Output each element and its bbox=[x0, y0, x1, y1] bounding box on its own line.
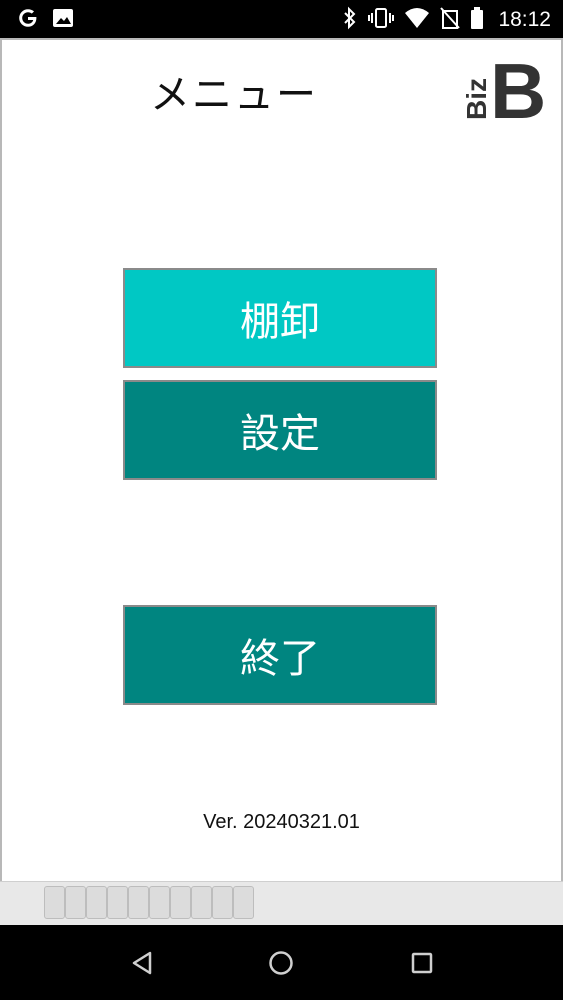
no-sim-icon bbox=[440, 7, 461, 33]
segment-cell bbox=[233, 886, 254, 919]
bottom-toolbar bbox=[0, 881, 563, 926]
vibrate-icon bbox=[368, 6, 395, 34]
bluetooth-icon bbox=[342, 6, 358, 34]
menu-screen: メニュー Biz B 棚卸 設定 終了 Ver. 20240321.01 bbox=[0, 38, 563, 881]
segment-cell bbox=[86, 886, 107, 919]
segment-cell bbox=[191, 886, 212, 919]
segment-cell bbox=[107, 886, 128, 919]
navigation-bar bbox=[0, 925, 563, 1000]
svg-text:B: B bbox=[490, 58, 546, 122]
exit-button[interactable]: 終了 bbox=[123, 605, 437, 705]
wifi-icon bbox=[404, 7, 430, 33]
segment-cell bbox=[149, 886, 170, 919]
bizb-logo: Biz B bbox=[456, 47, 550, 135]
segment-cell bbox=[65, 886, 86, 919]
back-icon[interactable] bbox=[124, 945, 160, 981]
segment-indicator bbox=[44, 886, 254, 919]
google-icon bbox=[16, 6, 40, 34]
segment-cell bbox=[128, 886, 149, 919]
status-bar: 18:12 bbox=[0, 0, 563, 38]
home-icon[interactable] bbox=[263, 945, 299, 981]
settings-button[interactable]: 設定 bbox=[123, 380, 437, 480]
segment-cell bbox=[212, 886, 233, 919]
version-label: Ver. 20240321.01 bbox=[203, 811, 360, 833]
battery-icon bbox=[470, 6, 484, 34]
segment-cell bbox=[44, 886, 65, 919]
recents-icon[interactable] bbox=[404, 945, 440, 981]
svg-text:Biz: Biz bbox=[461, 78, 492, 120]
image-icon bbox=[52, 7, 74, 33]
inventory-button[interactable]: 棚卸 bbox=[123, 268, 437, 368]
status-clock: 18:12 bbox=[498, 8, 551, 31]
page-title: メニュー bbox=[150, 72, 318, 118]
segment-cell bbox=[170, 886, 191, 919]
